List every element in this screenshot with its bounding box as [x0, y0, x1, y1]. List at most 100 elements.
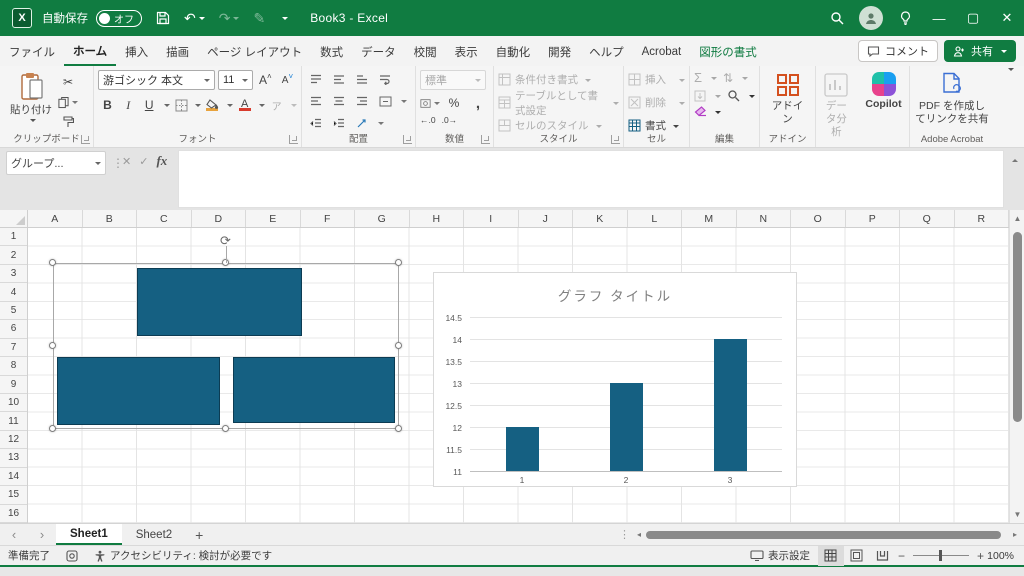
delete-cells-button[interactable]: 削除 — [628, 93, 685, 112]
ribbon-tab-shape-format[interactable]: 図形の書式 — [690, 38, 766, 65]
cut-icon[interactable]: ✂ — [58, 73, 78, 91]
underline-button[interactable]: U — [140, 96, 159, 114]
autosum-button[interactable]: Σ — [694, 70, 702, 85]
row-header-6[interactable]: 6 — [0, 320, 27, 338]
collapse-formula-bar-icon[interactable] — [1012, 156, 1018, 162]
ribbon-tab-acrobat[interactable]: Acrobat — [633, 40, 691, 63]
row-header-3[interactable]: 3 — [0, 265, 27, 283]
page-break-view-button[interactable] — [870, 546, 896, 566]
shrink-font-button[interactable]: A˅ — [278, 71, 297, 89]
row-header-15[interactable]: 15 — [0, 486, 27, 504]
row-header-4[interactable]: 4 — [0, 283, 27, 301]
align-left-icon[interactable] — [306, 92, 326, 110]
embedded-bar-chart[interactable]: グラフ タイトル1111.51212.51313.51414.5123 — [433, 272, 797, 487]
row-header-5[interactable]: 5 — [0, 302, 27, 320]
select-all-corner[interactable] — [0, 210, 28, 228]
column-header-D[interactable]: D — [192, 210, 247, 227]
phonetic-guide-button[interactable]: ア — [267, 96, 286, 114]
zoom-out-button[interactable]: − — [896, 549, 907, 563]
account-avatar[interactable] — [854, 0, 888, 36]
column-header-F[interactable]: F — [301, 210, 356, 227]
share-button[interactable]: 共有 — [944, 40, 1016, 62]
normal-view-button[interactable] — [818, 546, 844, 566]
row-header-7[interactable]: 7 — [0, 339, 27, 357]
save-icon[interactable] — [156, 11, 170, 25]
currency-format-icon[interactable] — [420, 94, 440, 112]
scroll-up-arrow[interactable]: ▲ — [1010, 214, 1024, 223]
page-layout-view-button[interactable] — [844, 546, 870, 566]
row-header-16[interactable]: 16 — [0, 505, 27, 523]
column-header-I[interactable]: I — [464, 210, 519, 227]
find-select-button[interactable] — [727, 89, 740, 102]
column-header-E[interactable]: E — [246, 210, 301, 227]
column-header-L[interactable]: L — [628, 210, 683, 227]
ribbon-tab-home[interactable]: ホーム — [64, 37, 116, 66]
lightbulb-icon[interactable] — [888, 0, 922, 36]
fill-button[interactable] — [694, 90, 706, 102]
number-format-select[interactable]: 標準 — [420, 70, 486, 90]
ribbon-tab-draw[interactable]: 描画 — [157, 38, 198, 65]
align-bottom-icon[interactable] — [352, 70, 372, 88]
column-header-R[interactable]: R — [955, 210, 1010, 227]
bold-button[interactable]: B — [98, 96, 117, 114]
merge-center-icon[interactable] — [375, 92, 395, 110]
column-header-C[interactable]: C — [137, 210, 192, 227]
insert-cells-button[interactable]: 挿入 — [628, 70, 685, 89]
insert-function-icon[interactable]: fx — [156, 153, 167, 169]
accessibility-status[interactable]: アクセシビリティ: 検討が必要です — [86, 548, 280, 563]
ribbon-tab-file[interactable]: ファイル — [0, 38, 64, 65]
row-header-10[interactable]: 10 — [0, 394, 27, 412]
font-size-select[interactable]: 11 — [218, 70, 253, 90]
row-header-12[interactable]: 12 — [0, 431, 27, 449]
ribbon-tab-data[interactable]: データ — [352, 38, 405, 65]
copy-icon[interactable] — [58, 93, 78, 111]
zoom-level[interactable]: 100% — [986, 550, 1024, 562]
cancel-entry-icon[interactable]: ✕ — [122, 155, 131, 168]
search-icon[interactable] — [820, 0, 854, 36]
align-middle-icon[interactable] — [329, 70, 349, 88]
autosave-toggle[interactable]: オフ — [96, 10, 142, 27]
column-header-P[interactable]: P — [846, 210, 901, 227]
paste-button[interactable]: 貼り付け — [4, 70, 58, 131]
zoom-slider-thumb[interactable] — [939, 550, 943, 561]
scroll-left-arrow[interactable]: ◂ — [634, 530, 644, 539]
align-right-icon[interactable] — [352, 92, 372, 110]
next-sheet-arrow[interactable]: › — [28, 524, 56, 545]
alignment-dialog-launcher[interactable] — [403, 135, 412, 144]
row-header-11[interactable]: 11 — [0, 412, 27, 430]
copilot-button[interactable]: Copilot — [859, 70, 907, 141]
scroll-down-arrow[interactable]: ▼ — [1010, 510, 1024, 519]
selection-handle-3[interactable] — [49, 342, 56, 349]
redo-icon[interactable]: ↷ — [219, 10, 240, 27]
selection-handle-7[interactable] — [395, 425, 402, 432]
row-header-13[interactable]: 13 — [0, 449, 27, 467]
column-header-G[interactable]: G — [355, 210, 410, 227]
format-painter-icon[interactable] — [58, 113, 78, 131]
collapse-ribbon-icon[interactable] — [1008, 68, 1014, 74]
borders-button[interactable] — [172, 96, 191, 114]
column-header-O[interactable]: O — [791, 210, 846, 227]
zoom-slider[interactable] — [913, 555, 969, 557]
increase-decimal-icon[interactable]: ←.0 — [420, 115, 436, 125]
align-top-icon[interactable] — [306, 70, 326, 88]
grow-font-button[interactable]: A˄ — [256, 71, 275, 89]
enter-entry-icon[interactable]: ✓ — [139, 155, 148, 168]
horizontal-scroll-thumb[interactable] — [646, 531, 1001, 539]
sheet-tab-sheet1[interactable]: Sheet1 — [56, 524, 122, 545]
column-header-N[interactable]: N — [737, 210, 792, 227]
macro-record-icon[interactable] — [58, 550, 86, 562]
decrease-decimal-icon[interactable]: .0→ — [442, 115, 458, 125]
font-name-select[interactable]: 游ゴシック 本文 — [98, 70, 215, 90]
decrease-indent-icon[interactable] — [306, 114, 326, 132]
draw-pen-icon[interactable]: ✎ — [253, 10, 265, 27]
clear-eraser-button[interactable] — [694, 106, 708, 117]
excel-app-icon[interactable]: X — [12, 8, 32, 28]
selection-handle-0[interactable] — [49, 259, 56, 266]
column-header-H[interactable]: H — [410, 210, 465, 227]
number-dialog-launcher[interactable] — [481, 135, 490, 144]
fill-color-button[interactable] — [203, 96, 222, 114]
font-dialog-launcher[interactable] — [289, 135, 298, 144]
quick-access-toolbar-icon[interactable] — [279, 15, 288, 21]
ribbon-tab-help[interactable]: ヘルプ — [580, 38, 633, 65]
sort-filter-button[interactable]: ⇅ — [723, 71, 733, 85]
